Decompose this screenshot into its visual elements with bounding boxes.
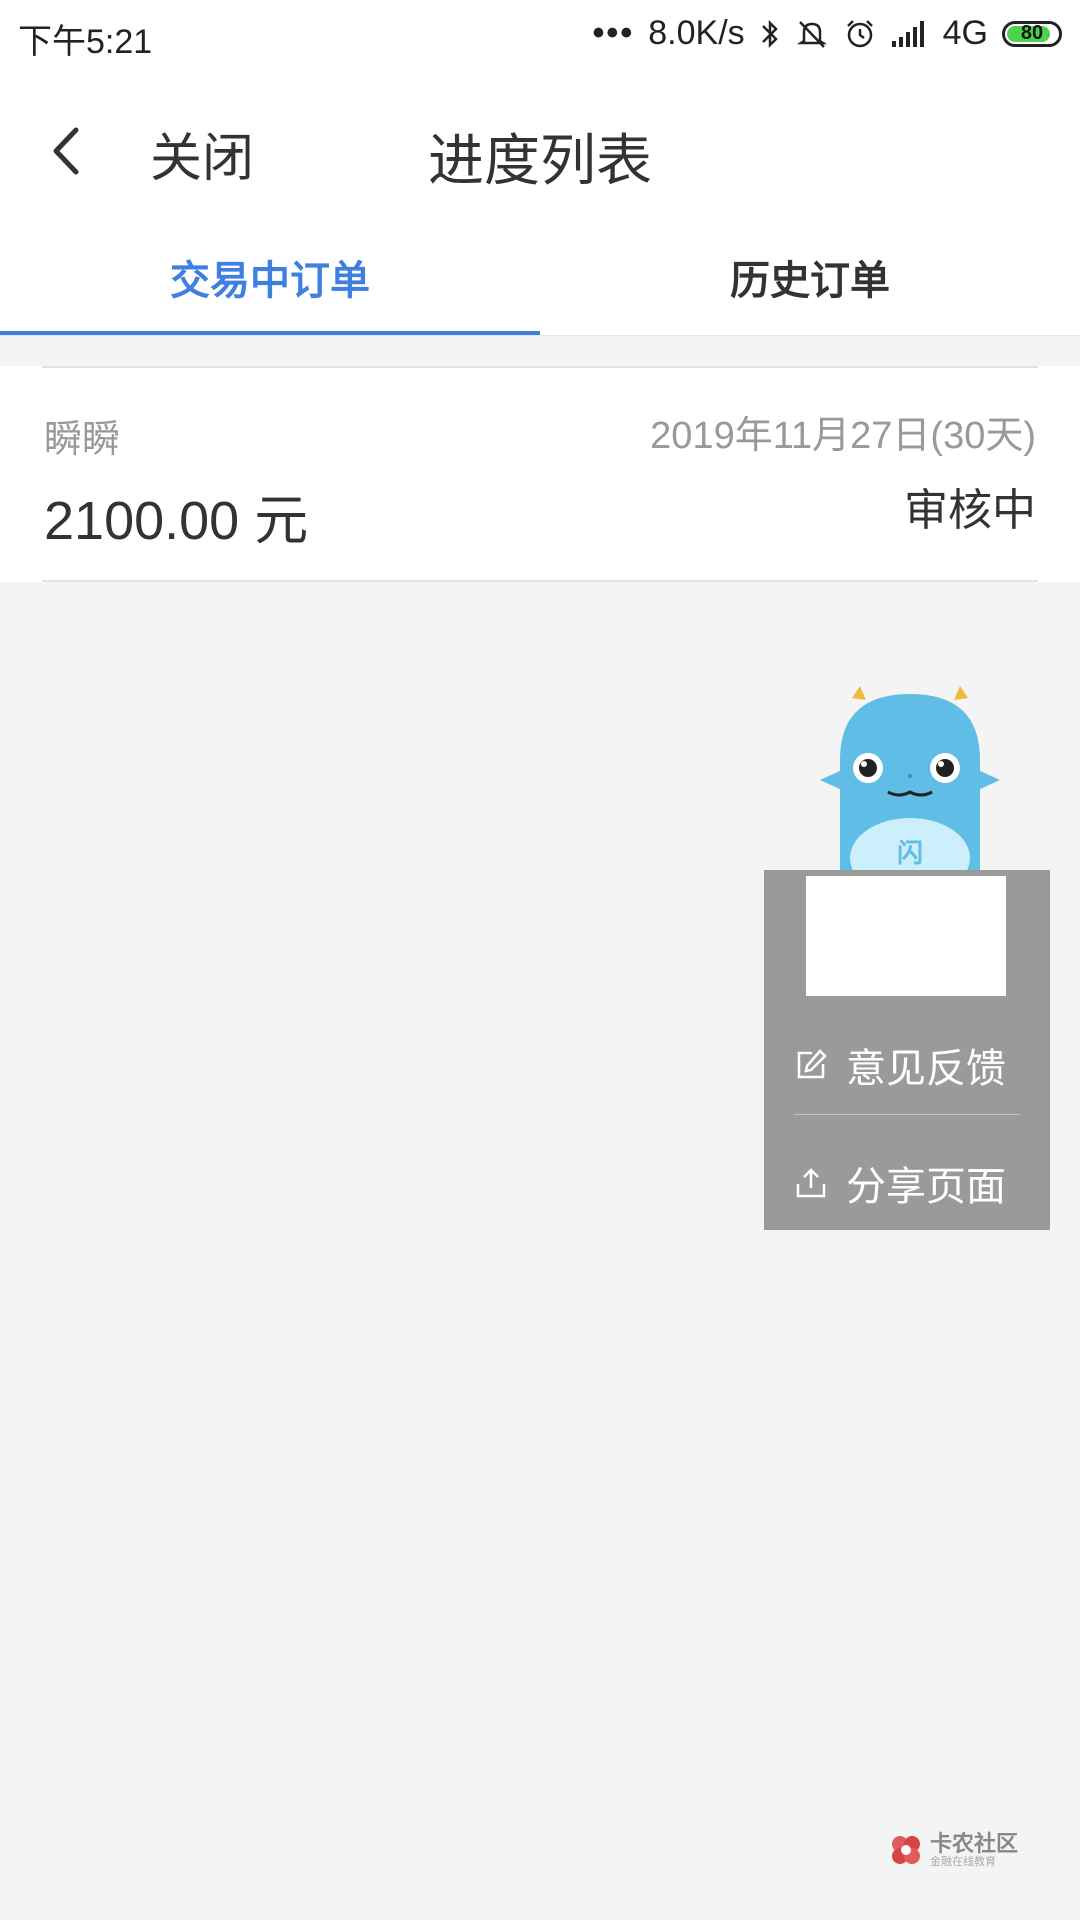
floating-menu: 意见反馈 分享页面 (764, 870, 1050, 1230)
share-label: 分享页面 (846, 1165, 1006, 1209)
order-amount: 2100.00 元 (44, 491, 309, 551)
bluetooth-icon (761, 19, 778, 48)
watermark-subtitle: 金融在线教育 (929, 1855, 996, 1868)
share-icon (796, 1168, 826, 1198)
edit-icon (797, 1049, 827, 1079)
tab-indicator (0, 331, 540, 335)
order-status: 审核中 (904, 486, 1036, 535)
battery-level: 80 (1020, 22, 1044, 44)
status-bar: 下午5:21 ••• 8.0K/s 4G 80 (0, 0, 1080, 78)
divider (42, 580, 1038, 582)
feedback-button[interactable]: 意见反馈 (794, 1020, 1034, 1110)
qr-code-placeholder (806, 876, 1006, 996)
tab-active-orders[interactable]: 交易中订单 (0, 218, 540, 335)
menu-divider (794, 1114, 1020, 1115)
order-date: 2019年11月27日(30天) (650, 415, 1036, 457)
more-notifications-icon: ••• (592, 14, 635, 52)
mute-bell-icon (796, 20, 827, 48)
tab-bar: 交易中订单 历史订单 (0, 218, 1080, 336)
network-type: 4G (942, 14, 988, 52)
order-card[interactable]: 瞬瞬 2019年11月27日(30天) 2100.00 元 审核中 (0, 366, 1080, 582)
header: 关闭 进度列表 (0, 78, 1080, 218)
watermark: 卡农社区 金融在线教育 (888, 1832, 1018, 1868)
feedback-label: 意见反馈 (846, 1047, 1006, 1091)
alarm-icon (846, 19, 873, 47)
watermark-logo-icon (891, 1836, 920, 1864)
status-time: 下午5:21 (18, 23, 153, 61)
watermark-title: 卡农社区 (929, 1830, 1018, 1856)
status-icons: ••• 8.0K/s 4G 80 (593, 14, 1062, 53)
divider (42, 366, 1038, 368)
battery-icon: 80 (1002, 20, 1062, 47)
network-speed: 8.0K/s (648, 14, 745, 52)
page-title: 进度列表 (428, 129, 652, 192)
share-button[interactable]: 分享页面 (794, 1138, 1034, 1228)
mascot-icon[interactable]: 闪 (800, 680, 1020, 870)
tab-history-orders[interactable]: 历史订单 (540, 218, 1080, 335)
mascot-badge: 闪 (897, 839, 923, 869)
signal-icon (891, 20, 924, 47)
close-button[interactable]: 关闭 (150, 116, 254, 191)
order-product-name: 瞬瞬 (44, 419, 121, 461)
back-arrow-icon[interactable] (40, 116, 100, 186)
